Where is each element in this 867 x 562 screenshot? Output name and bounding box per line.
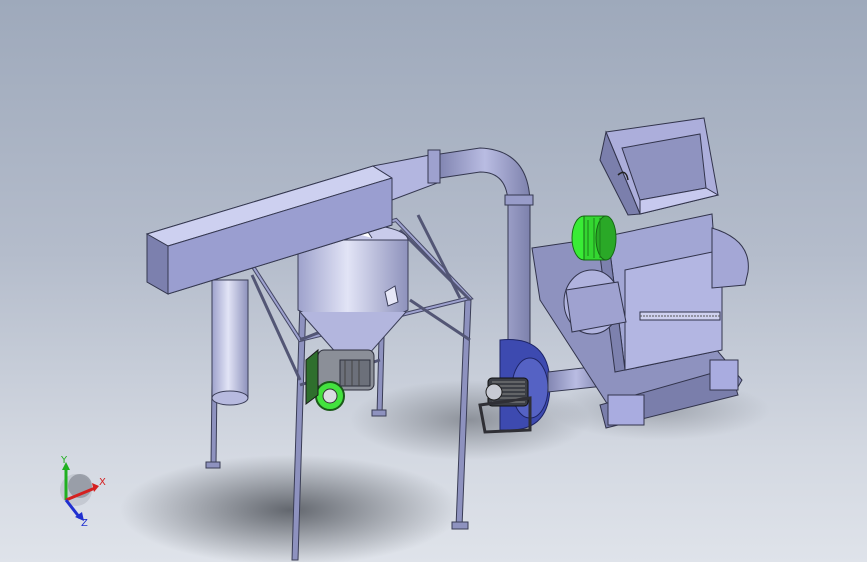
axis-z-label: Z bbox=[81, 518, 88, 529]
mill-motor bbox=[571, 215, 617, 261]
orientation-triad bbox=[60, 462, 99, 521]
axis-x-label: X bbox=[99, 477, 106, 488]
axis-y-label: Y bbox=[60, 455, 68, 466]
cad-viewport[interactable]: Y X Z bbox=[0, 0, 867, 562]
rotary-valve-motor bbox=[305, 348, 375, 411]
conveying-pipe bbox=[439, 147, 534, 346]
cad-model-drawing: Y X Z bbox=[60, 117, 770, 562]
filter-tube bbox=[211, 279, 249, 406]
